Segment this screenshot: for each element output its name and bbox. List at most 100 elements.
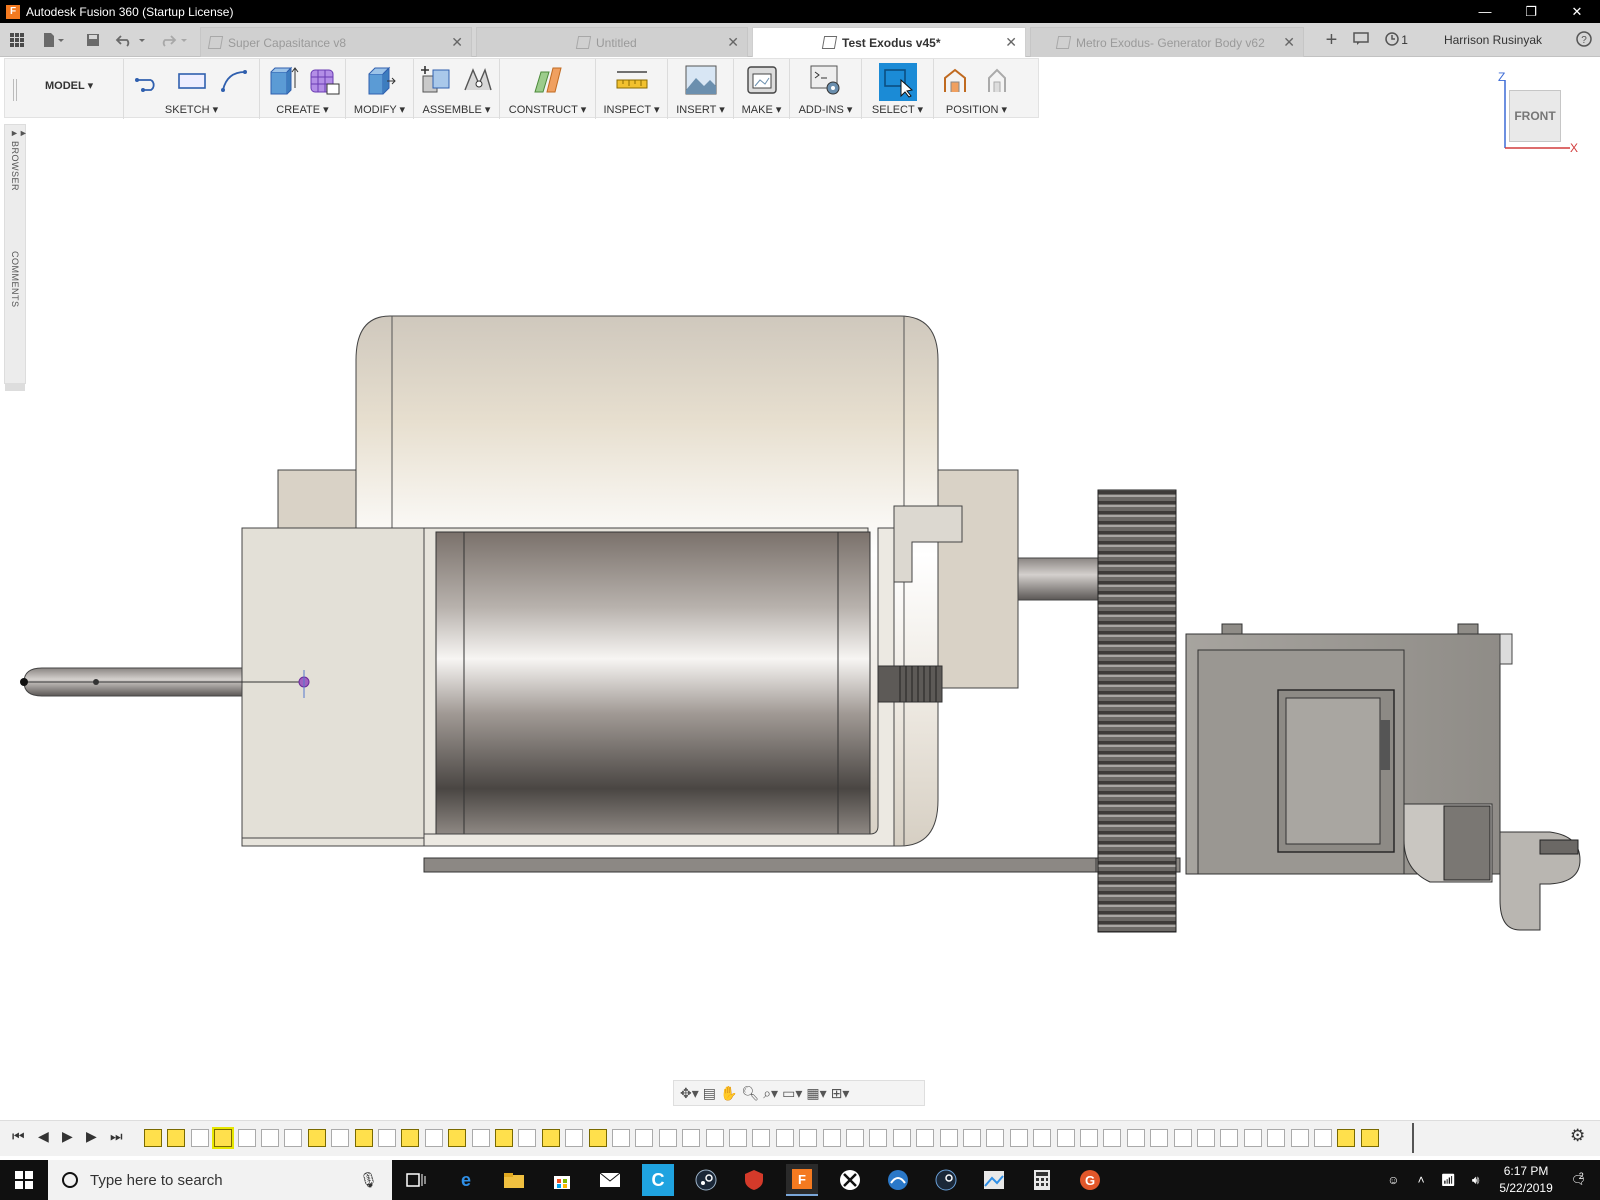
timeline-feature-icon[interactable] xyxy=(1220,1129,1239,1147)
image-viewer-icon[interactable] xyxy=(978,1164,1010,1196)
orbit-icon[interactable]: ✥▾ xyxy=(680,1085,699,1102)
xbox-icon[interactable] xyxy=(834,1164,866,1196)
show-hidden-icons-chevron-icon[interactable]: ˄ xyxy=(1418,1173,1425,1187)
antivirus-shield-icon[interactable] xyxy=(738,1164,770,1196)
timeline-sketch-feature-icon[interactable] xyxy=(448,1129,467,1147)
timeline-feature-icon[interactable] xyxy=(1056,1129,1075,1147)
timeline-feature-icon[interactable] xyxy=(729,1129,747,1147)
3d-print-icon[interactable] xyxy=(745,63,779,97)
timeline-feature-icon[interactable] xyxy=(752,1129,771,1147)
new-tab-button[interactable]: + xyxy=(1326,29,1338,52)
timeline-feature-icon[interactable] xyxy=(1080,1129,1098,1147)
timeline-feature-icon[interactable] xyxy=(331,1129,350,1147)
arc-sketch-icon[interactable] xyxy=(217,63,251,97)
fusion-360-taskbar-icon[interactable]: F xyxy=(786,1164,818,1196)
line-sketch-icon[interactable] xyxy=(133,63,167,97)
steam-icon[interactable] xyxy=(690,1164,722,1196)
viewports-icon[interactable]: ⊞▾ xyxy=(831,1085,850,1102)
action-center-icon[interactable]: 🗨︎ 2 xyxy=(1571,1171,1586,1187)
timeline-go-to-start-icon[interactable]: ⏮ xyxy=(12,1128,25,1145)
timeline-feature-icon[interactable] xyxy=(1290,1129,1309,1147)
toolbar-group-create[interactable]: CREATE ▾ xyxy=(259,59,345,119)
timeline-feature-icon[interactable] xyxy=(612,1129,630,1147)
insert-image-icon[interactable] xyxy=(684,63,718,97)
toolbar-group-sketch[interactable]: SKETCH ▾ xyxy=(123,59,259,119)
timeline-feature-icon[interactable] xyxy=(1197,1129,1215,1147)
extrude-icon[interactable] xyxy=(265,63,299,97)
toolbar-group-make[interactable]: MAKE ▾ xyxy=(733,59,789,119)
timeline-sketch-feature-icon[interactable] xyxy=(354,1129,373,1147)
comments-icon[interactable] xyxy=(1353,31,1370,49)
toolbar-group-inspect[interactable]: INSPECT ▾ xyxy=(595,59,667,119)
pan-hand-icon[interactable]: ✋ xyxy=(720,1085,737,1102)
select-tool-icon[interactable] xyxy=(878,63,917,101)
timeline-feature-icon[interactable] xyxy=(1103,1129,1122,1147)
timeline-sketch-feature-icon[interactable] xyxy=(1360,1129,1379,1147)
scripts-addins-icon[interactable] xyxy=(809,63,843,97)
file-menu-icon[interactable] xyxy=(38,23,68,57)
display-settings-icon[interactable]: ▭▾ xyxy=(782,1085,802,1102)
store-icon[interactable] xyxy=(546,1164,578,1196)
edge-browser-icon[interactable]: e xyxy=(450,1164,482,1196)
timeline-feature-icon[interactable] xyxy=(635,1129,654,1147)
toolbar-group-add-ins[interactable]: ADD-INS ▾ xyxy=(789,59,861,119)
timeline-feature-icon[interactable] xyxy=(799,1129,818,1147)
revert-position-icon[interactable] xyxy=(981,63,1015,97)
file-explorer-icon[interactable] xyxy=(498,1164,530,1196)
model-canvas[interactable] xyxy=(0,120,1600,1088)
undo-icon[interactable] xyxy=(114,23,150,57)
timeline-feature-icon[interactable] xyxy=(1009,1129,1028,1147)
timeline-feature-icon[interactable] xyxy=(916,1129,935,1147)
timeline-step-forward-icon[interactable]: ▶ xyxy=(86,1128,97,1145)
timeline-feature-icon[interactable] xyxy=(822,1129,841,1147)
timeline-feature-icon[interactable] xyxy=(1173,1129,1192,1147)
tab-close-icon[interactable]: ✕ xyxy=(1283,34,1295,51)
grid-settings-icon[interactable]: ▦▾ xyxy=(806,1085,826,1102)
timeline-sketch-feature-icon[interactable] xyxy=(212,1127,235,1149)
timeline-feature-icon[interactable] xyxy=(682,1129,701,1147)
rectangle-sketch-icon[interactable] xyxy=(175,63,209,97)
tab-close-icon[interactable]: ✕ xyxy=(727,34,739,51)
calculator-icon[interactable] xyxy=(1026,1164,1058,1196)
timeline-feature-icon[interactable] xyxy=(237,1129,256,1147)
timeline-feature-icon[interactable] xyxy=(658,1129,677,1147)
toolbar-grip[interactable] xyxy=(13,79,17,101)
capture-position-icon[interactable] xyxy=(939,63,973,97)
timeline-feature-icon[interactable] xyxy=(705,1129,724,1147)
joint-icon[interactable] xyxy=(461,63,495,97)
form-create-icon[interactable] xyxy=(307,63,341,97)
cortana-app-icon[interactable]: C xyxy=(642,1164,674,1196)
timeline-feature-icon[interactable] xyxy=(1314,1129,1332,1147)
document-tab[interactable]: Metro Exodus- Generator Body v62 ✕ xyxy=(1030,27,1304,57)
measure-icon[interactable] xyxy=(615,63,649,97)
document-tab-active[interactable]: Test Exodus v45* ✕ xyxy=(752,27,1026,57)
timeline-feature-icon[interactable] xyxy=(1033,1129,1052,1147)
toolbar-group-select[interactable]: SELECT ▾ xyxy=(861,59,933,119)
timeline-feature-icon[interactable] xyxy=(892,1129,911,1147)
timeline-sketch-feature-icon[interactable] xyxy=(588,1129,607,1147)
timeline-sketch-feature-icon[interactable] xyxy=(167,1129,186,1147)
timeline-feature-icon[interactable] xyxy=(565,1129,584,1147)
workspace-switcher[interactable]: MODEL ▾ xyxy=(45,79,93,92)
3d-viewport[interactable] xyxy=(0,120,1600,1088)
toolbar-group-position[interactable]: POSITION ▾ xyxy=(933,59,1019,119)
look-at-icon[interactable]: ▤ xyxy=(703,1085,716,1102)
help-icon[interactable]: ? xyxy=(1576,30,1592,50)
task-view-icon[interactable] xyxy=(400,1164,432,1196)
timeline-sketch-feature-icon[interactable] xyxy=(541,1129,560,1147)
timeline-feature-icon[interactable] xyxy=(1243,1129,1262,1147)
toolbar-group-insert[interactable]: INSERT ▾ xyxy=(667,59,733,119)
grammarly-icon[interactable]: G xyxy=(1074,1164,1106,1196)
timeline-sketch-feature-icon[interactable] xyxy=(144,1129,162,1147)
zoom-window-icon[interactable]: ⌕▾ xyxy=(763,1085,778,1102)
minimize-button[interactable]: — xyxy=(1462,0,1508,23)
volume-icon[interactable]: 🔊︎ xyxy=(1472,1173,1480,1188)
toolbar-group-modify[interactable]: MODIFY ▾ xyxy=(345,59,413,119)
save-icon[interactable] xyxy=(82,23,104,57)
taskbar-search-box[interactable]: Type here to search 🎙︎ xyxy=(48,1160,392,1200)
timeline-feature-icon[interactable] xyxy=(1267,1129,1286,1147)
redo-icon[interactable] xyxy=(156,23,192,57)
taskbar-clock[interactable]: 6:17 PM 5/22/2019 xyxy=(1499,1163,1552,1197)
timeline-step-back-icon[interactable]: ◀ xyxy=(38,1128,49,1145)
document-tab[interactable]: Untitled ✕ xyxy=(476,27,748,57)
